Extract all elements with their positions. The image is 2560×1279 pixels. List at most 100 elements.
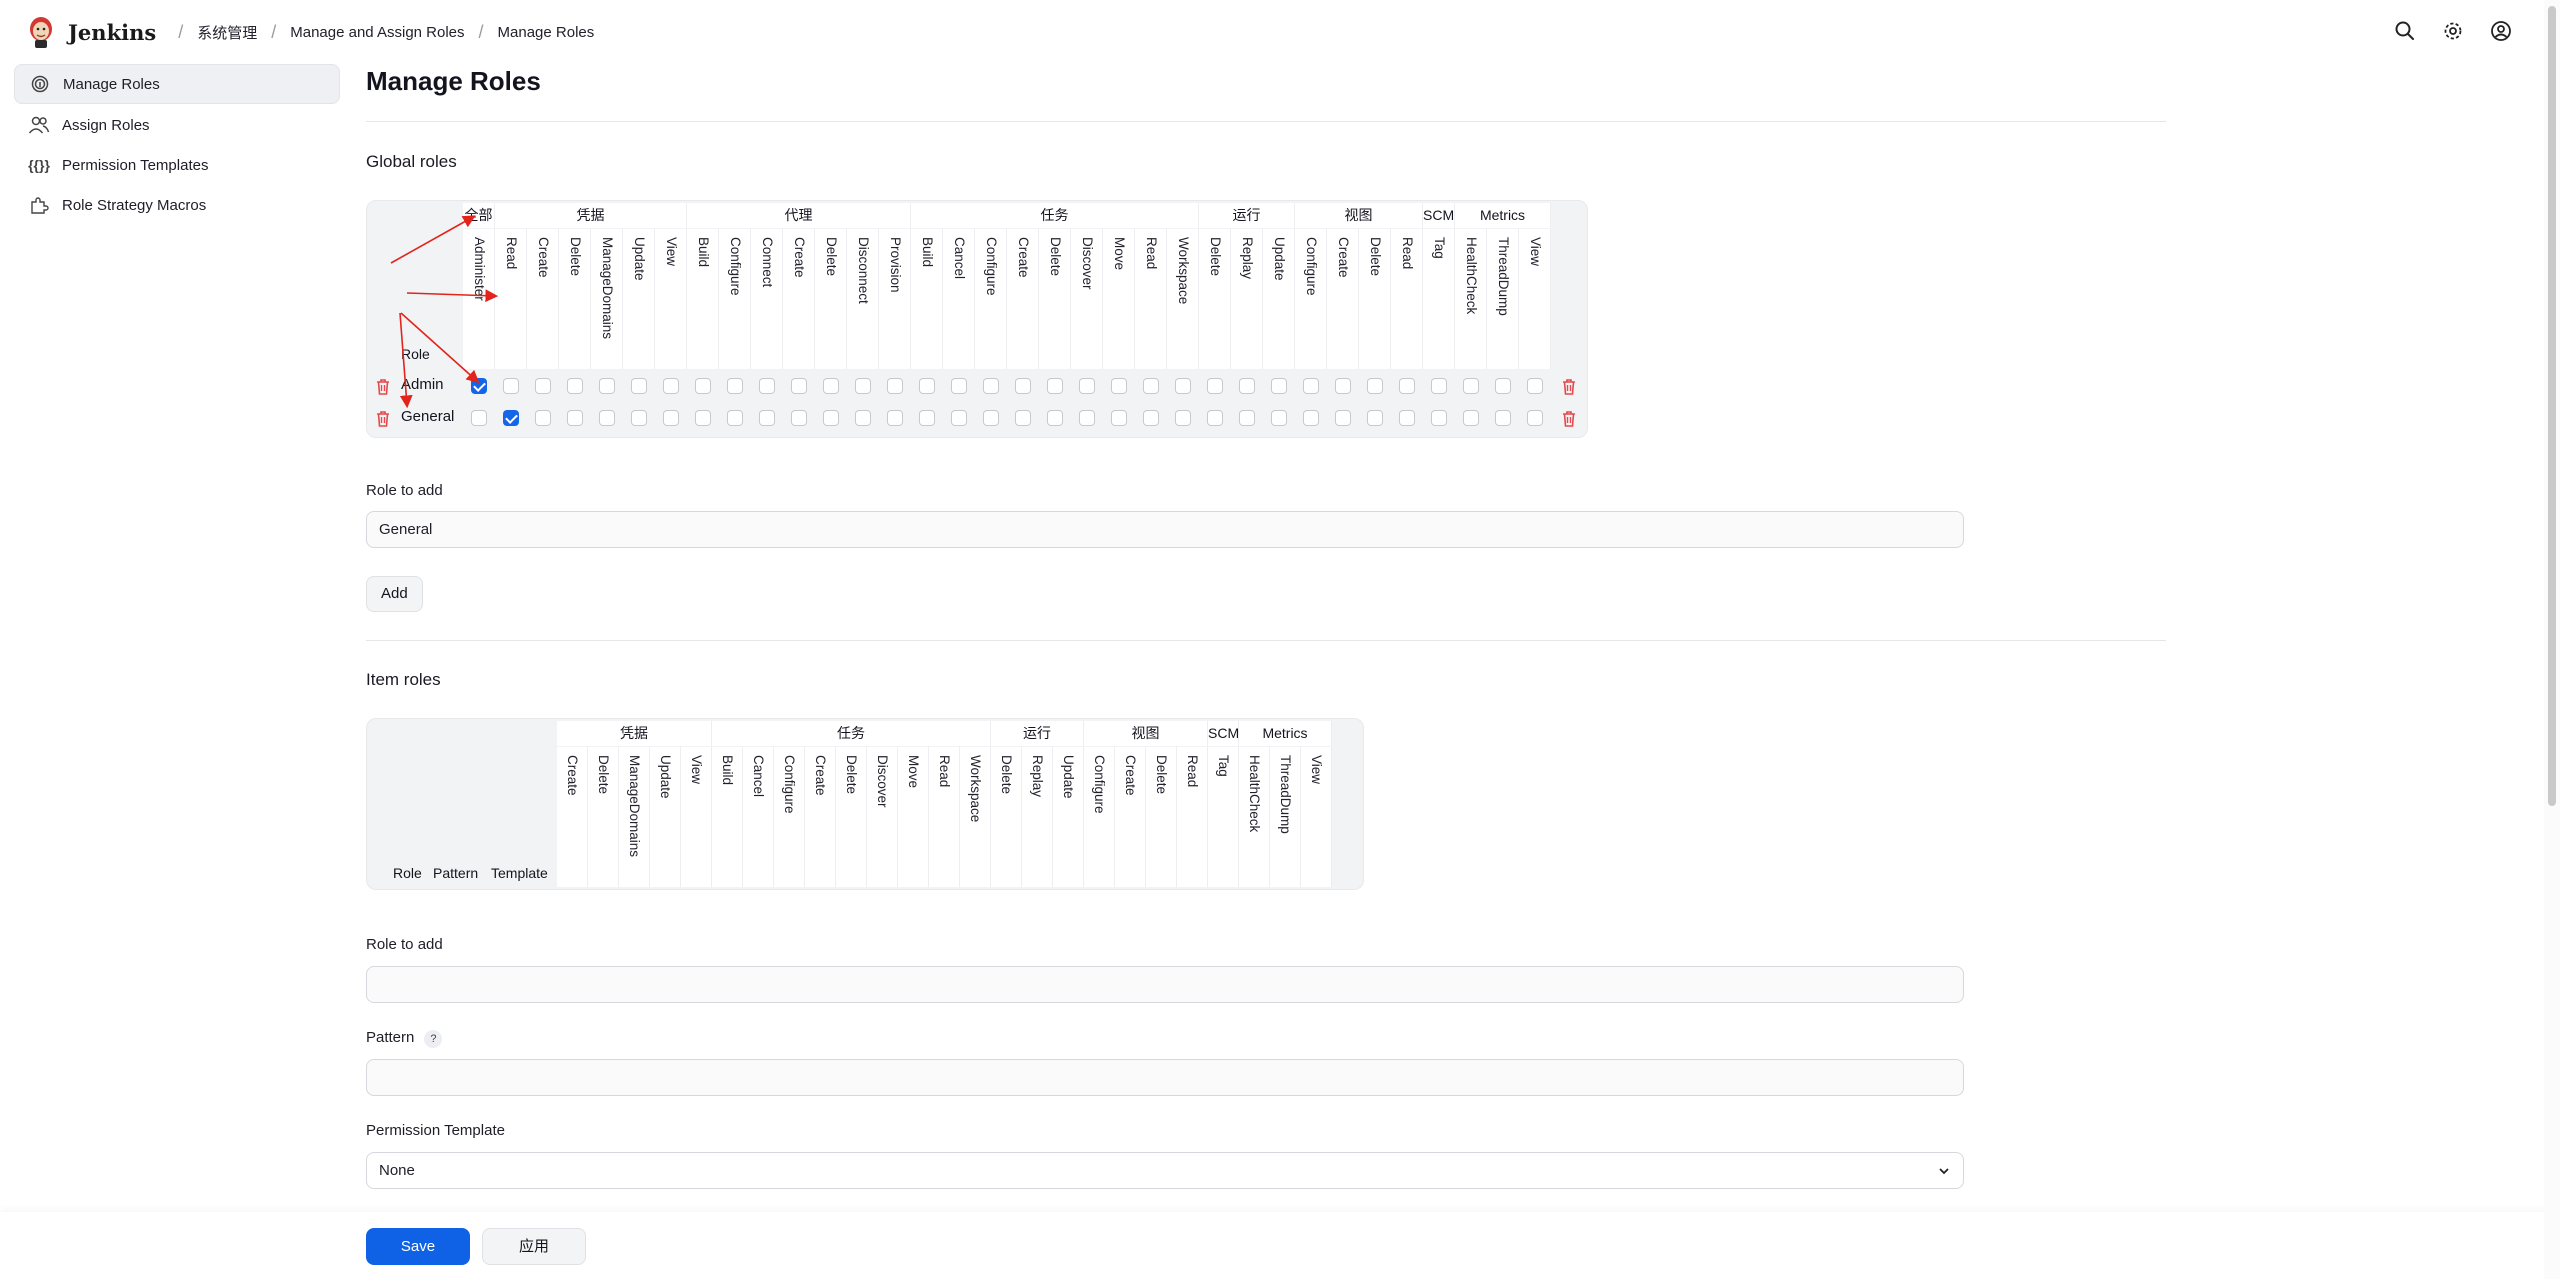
permission-checkbox[interactable] (695, 410, 711, 426)
permission-checkbox[interactable] (983, 378, 999, 394)
gear-icon[interactable] (2442, 20, 2464, 42)
scrollbar-thumb[interactable] (2548, 6, 2556, 806)
permission-checkbox[interactable] (727, 410, 743, 426)
permission-checkbox[interactable] (567, 378, 583, 394)
permission-checkbox[interactable] (1399, 378, 1415, 394)
permission-label: Configure (983, 237, 999, 296)
permission-checkbox[interactable] (759, 378, 775, 394)
permission-checkbox[interactable] (599, 410, 615, 426)
permission-checkbox[interactable] (855, 378, 871, 394)
permission-checkbox[interactable] (919, 410, 935, 426)
permission-checkbox[interactable] (631, 378, 647, 394)
permission-checkbox[interactable] (1015, 378, 1031, 394)
permission-checkbox[interactable] (1207, 378, 1223, 394)
permission-checkbox[interactable] (1495, 378, 1511, 394)
permission-checkbox[interactable] (631, 410, 647, 426)
permission-label: Update (1271, 237, 1287, 281)
permission-checkbox[interactable] (1303, 378, 1319, 394)
permission-checkbox[interactable] (1047, 378, 1063, 394)
permission-checkbox[interactable] (791, 410, 807, 426)
scrollbar[interactable] (2544, 0, 2560, 1279)
permission-checkbox[interactable] (1527, 410, 1543, 426)
permission-checkbox[interactable] (1463, 378, 1479, 394)
permission-checkbox[interactable] (1431, 410, 1447, 426)
save-button[interactable]: Save (366, 1228, 470, 1265)
permission-checkbox[interactable] (1175, 410, 1191, 426)
add-global-role-button[interactable]: Add (366, 576, 423, 612)
permission-checkbox[interactable] (535, 378, 551, 394)
permission-checkbox[interactable] (1271, 378, 1287, 394)
delete-role-admin-right-icon[interactable] (1561, 378, 1577, 396)
permission-checkbox[interactable] (1367, 378, 1383, 394)
permission-checkbox[interactable] (1111, 410, 1127, 426)
delete-role-general-right-icon[interactable] (1561, 410, 1577, 428)
permission-column: Delete (991, 747, 1022, 887)
permission-label: Delete (567, 237, 583, 277)
permission-checkbox[interactable] (1335, 410, 1351, 426)
breadcrumb-item-manage-roles[interactable]: Manage Roles (498, 24, 595, 41)
permission-checkbox[interactable] (1399, 410, 1415, 426)
permission-checkbox[interactable] (1111, 378, 1127, 394)
permission-checkbox[interactable] (1079, 410, 1095, 426)
permission-label: Update (1061, 755, 1076, 799)
sidebar-item-role-strategy-macros[interactable]: Role Strategy Macros (14, 186, 340, 224)
permission-checkbox[interactable] (919, 378, 935, 394)
permission-checkbox[interactable] (1175, 378, 1191, 394)
item-role-to-add-input[interactable] (366, 966, 1964, 1003)
permission-checkbox[interactable] (951, 378, 967, 394)
sidebar-item-assign-roles[interactable]: Assign Roles (14, 106, 340, 144)
help-icon[interactable]: ? (424, 1030, 443, 1048)
permission-checkbox[interactable] (855, 410, 871, 426)
sidebar-item-label: Manage Roles (63, 75, 160, 93)
user-account-icon[interactable] (2490, 20, 2512, 42)
permission-checkbox[interactable] (759, 410, 775, 426)
permission-checkbox[interactable] (1239, 378, 1255, 394)
top-icons (2394, 20, 2512, 42)
permission-checkbox[interactable] (1335, 378, 1351, 394)
permission-checkbox[interactable] (1303, 410, 1319, 426)
permission-column: Configure (975, 229, 1007, 369)
permission-checkbox[interactable] (695, 378, 711, 394)
permission-checkbox[interactable] (887, 410, 903, 426)
breadcrumb-item-system[interactable]: 系统管理 (197, 22, 257, 43)
permission-column: Delete (588, 747, 619, 887)
breadcrumb-item-manage-assign[interactable]: Manage and Assign Roles (290, 24, 464, 41)
sidebar-item-permission-templates[interactable]: {{}} Permission Templates (14, 146, 340, 184)
permission-checkbox[interactable] (1367, 410, 1383, 426)
search-icon[interactable] (2394, 20, 2416, 42)
chevron-down-icon (1939, 1168, 1949, 1175)
top-bar: Jenkins / 系统管理 / Manage and Assign Roles… (0, 0, 2560, 64)
footer-bar: Save 应用 (0, 1212, 2560, 1279)
permission-checkbox[interactable] (727, 378, 743, 394)
permission-checkbox[interactable] (823, 410, 839, 426)
permission-checkbox[interactable] (1271, 410, 1287, 426)
permission-checkbox[interactable] (983, 410, 999, 426)
permission-checkbox[interactable] (1143, 410, 1159, 426)
permission-checkbox[interactable] (823, 378, 839, 394)
permission-checkbox[interactable] (535, 410, 551, 426)
permission-checkbox[interactable] (663, 410, 679, 426)
permission-checkbox[interactable] (1463, 410, 1479, 426)
apply-button[interactable]: 应用 (482, 1228, 586, 1265)
permission-checkbox[interactable] (1239, 410, 1255, 426)
permission-checkbox[interactable] (1079, 378, 1095, 394)
permission-checkbox[interactable] (887, 378, 903, 394)
permission-checkbox[interactable] (663, 378, 679, 394)
global-role-to-add-input[interactable]: General (366, 511, 1964, 548)
permission-label: Update (631, 237, 647, 281)
permission-checkbox[interactable] (1207, 410, 1223, 426)
permission-checkbox[interactable] (1495, 410, 1511, 426)
jenkins-home-link[interactable]: Jenkins (26, 15, 156, 49)
permission-checkbox[interactable] (1431, 378, 1447, 394)
permission-checkbox[interactable] (1047, 410, 1063, 426)
permission-checkbox[interactable] (599, 378, 615, 394)
permission-checkbox[interactable] (951, 410, 967, 426)
permission-checkbox[interactable] (791, 378, 807, 394)
permission-checkbox[interactable] (1527, 378, 1543, 394)
sidebar-item-manage-roles[interactable]: Manage Roles (14, 64, 340, 104)
pattern-input[interactable] (366, 1059, 1964, 1096)
permission-checkbox[interactable] (567, 410, 583, 426)
permission-checkbox[interactable] (1015, 410, 1031, 426)
permission-checkbox[interactable] (1143, 378, 1159, 394)
permission-template-select[interactable]: None (366, 1152, 1964, 1189)
